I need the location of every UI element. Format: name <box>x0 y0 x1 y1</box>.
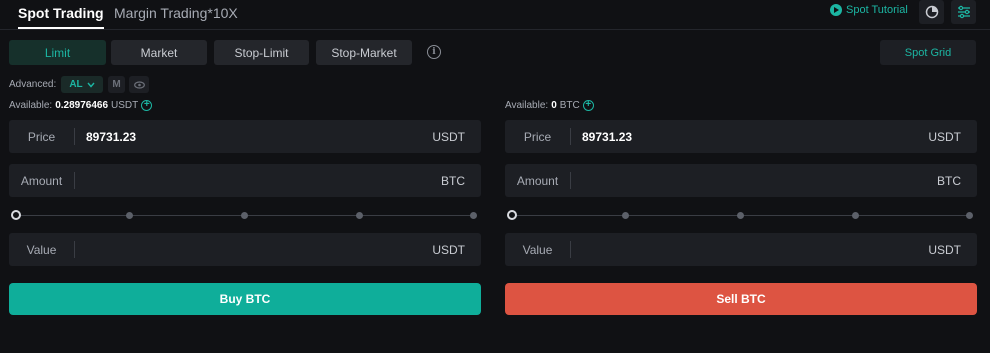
divider <box>570 241 571 258</box>
order-type-stop-market[interactable]: Stop-Market <box>316 40 412 65</box>
sell-amount-field[interactable]: Amount BTC <box>505 164 977 197</box>
sell-amount-label: Amount <box>516 174 559 188</box>
info-icon[interactable]: i <box>427 45 441 59</box>
sell-price-value[interactable]: 89731.23 <box>582 130 632 144</box>
sell-value-unit: USDT <box>928 243 961 257</box>
slider-tick-100[interactable] <box>966 212 973 219</box>
slider-tick-100[interactable] <box>470 212 477 219</box>
top-bar: Spot Trading Margin Trading*10X Spot Tut… <box>0 0 990 30</box>
buy-price-unit: USDT <box>432 130 465 144</box>
divider <box>74 241 75 258</box>
slider-tick-25[interactable] <box>126 212 133 219</box>
buy-button[interactable]: Buy BTC <box>9 283 481 315</box>
slider-tick-75[interactable] <box>356 212 363 219</box>
buy-available-label: Available: <box>9 100 53 111</box>
spot-grid-button[interactable]: Spot Grid <box>880 40 976 65</box>
slider-tick-25[interactable] <box>622 212 629 219</box>
buy-value-field[interactable]: Value USDT <box>9 233 481 266</box>
sell-available-label: Available: <box>505 100 549 111</box>
sell-available: Available: 0 BTC + <box>505 100 594 111</box>
slider-handle[interactable] <box>11 210 21 220</box>
advanced-m-button[interactable]: M <box>108 76 125 93</box>
sell-amount-unit: BTC <box>937 174 961 188</box>
pie-chart-button[interactable] <box>919 0 944 24</box>
buy-amount-label: Amount <box>20 174 63 188</box>
sell-value-field[interactable]: Value USDT <box>505 233 977 266</box>
settings-button[interactable] <box>951 0 976 24</box>
play-icon <box>830 4 842 16</box>
order-type-market[interactable]: Market <box>111 40 207 65</box>
divider <box>570 172 571 189</box>
order-type-stop-limit[interactable]: Stop-Limit <box>214 40 309 65</box>
sell-price-unit: USDT <box>928 130 961 144</box>
advanced-al-label: AL <box>69 79 83 90</box>
buy-available-unit: USDT <box>111 100 139 111</box>
sell-price-field[interactable]: Price 89731.23 USDT <box>505 120 977 153</box>
divider <box>570 128 571 145</box>
buy-available-value: 0.28976466 <box>55 100 109 111</box>
hidden-order-button[interactable] <box>129 76 149 93</box>
sell-price-label: Price <box>523 130 552 144</box>
buy-price-label: Price <box>27 130 56 144</box>
sell-available-value: 0 <box>551 100 557 111</box>
order-type-limit[interactable]: Limit <box>9 40 106 65</box>
divider <box>74 172 75 189</box>
slider-tick-75[interactable] <box>852 212 859 219</box>
spot-tutorial-label: Spot Tutorial <box>846 4 908 16</box>
buy-amount-slider[interactable] <box>11 210 477 222</box>
slider-tick-50[interactable] <box>737 212 744 219</box>
divider <box>74 128 75 145</box>
buy-value-unit: USDT <box>432 243 465 257</box>
spot-tutorial-link[interactable]: Spot Tutorial <box>830 4 908 16</box>
settings-sliders-icon <box>957 5 970 19</box>
sell-available-unit: BTC <box>559 100 580 111</box>
advanced-al-dropdown[interactable]: AL <box>61 76 103 93</box>
sell-button[interactable]: Sell BTC <box>505 283 977 315</box>
pie-chart-icon <box>925 5 938 19</box>
buy-deposit-plus-icon[interactable]: + <box>141 100 153 111</box>
sell-deposit-plus-icon[interactable]: + <box>582 100 594 111</box>
slider-tick-50[interactable] <box>241 212 248 219</box>
buy-price-value[interactable]: 89731.23 <box>86 130 136 144</box>
buy-available: Available: 0.28976466 USDT + <box>9 100 153 111</box>
sell-amount-slider[interactable] <box>507 210 973 222</box>
sell-value-label: Value <box>522 243 553 257</box>
advanced-label: Advanced: <box>9 79 57 90</box>
chevron-down-icon <box>87 82 95 88</box>
tab-spot-trading[interactable]: Spot Trading <box>18 5 104 29</box>
tab-margin-trading[interactable]: Margin Trading*10X <box>114 5 238 21</box>
buy-amount-unit: BTC <box>441 174 465 188</box>
buy-value-label: Value <box>26 243 57 257</box>
eye-icon <box>133 80 145 89</box>
slider-handle[interactable] <box>507 210 517 220</box>
buy-amount-field[interactable]: Amount BTC <box>9 164 481 197</box>
buy-price-field[interactable]: Price 89731.23 USDT <box>9 120 481 153</box>
